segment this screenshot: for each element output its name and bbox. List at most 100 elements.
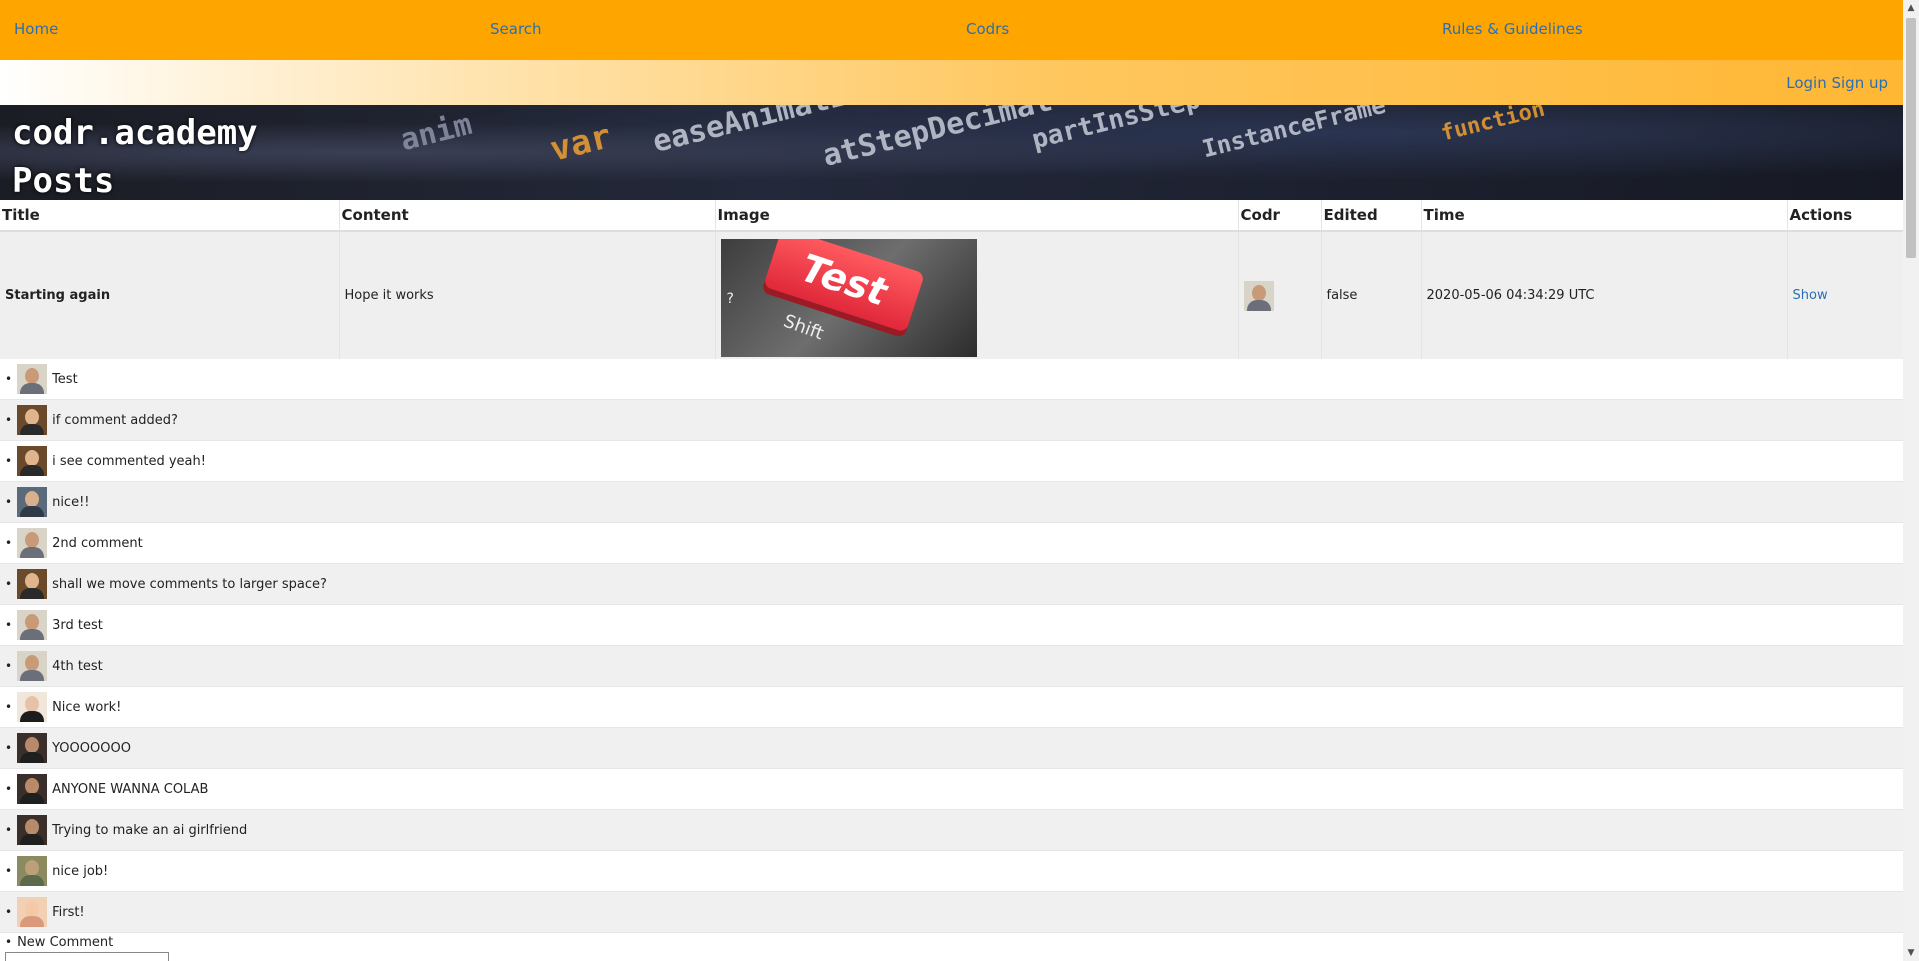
banner-decoration: function [1438, 105, 1548, 147]
banner-decoration: partInsStep [1028, 105, 1204, 156]
scroll-up-arrow-icon[interactable]: ▲ [1903, 0, 1919, 16]
comment-item: • 4th test [0, 646, 1903, 687]
avatar-dark-hair[interactable] [17, 692, 48, 722]
nav-rules-link[interactable]: Rules & Guidelines [1442, 20, 1583, 38]
post-image: Test Shift ? [720, 238, 977, 357]
bullet: • [5, 618, 13, 632]
vertical-scrollbar[interactable]: ▲ ▼ [1903, 0, 1919, 961]
page: Home Search Codrs Rules & Guidelines Log… [0, 0, 1903, 961]
comment-text: 4th test [52, 658, 103, 674]
banner-decoration: InstanceFrame [1199, 105, 1389, 164]
comment-text: Test [52, 371, 78, 387]
column-header-time: Time [1421, 200, 1788, 232]
auth-bar: Login Sign up [0, 60, 1903, 105]
bullet: • [5, 413, 13, 427]
signup-link[interactable]: Sign up [1831, 74, 1888, 92]
comment-text: First! [52, 904, 85, 920]
avatar-older-man[interactable] [1243, 280, 1274, 311]
comment-item: • i see commented yeah! [0, 441, 1903, 482]
column-header-actions: Actions [1787, 200, 1903, 232]
comment-item: • if comment added? [0, 400, 1903, 441]
post-edited: false [1321, 231, 1422, 359]
comment-item: • Test [0, 359, 1903, 400]
comment-item: • Nice work! [0, 687, 1903, 728]
post-time: 2020-05-06 04:34:29 UTC [1421, 231, 1788, 359]
avatar-bald-man[interactable] [17, 815, 48, 845]
column-header-edited: Edited [1321, 200, 1422, 232]
comment-text: 3rd test [52, 617, 103, 633]
post-actions-cell: Show [1787, 231, 1903, 359]
nav-search-link[interactable]: Search [490, 20, 542, 38]
post-content: Hope it works [339, 231, 716, 359]
nav-codrs-link[interactable]: Codrs [966, 20, 1009, 38]
site-name: codr.academy [12, 113, 258, 153]
post-image-cell: Test Shift ? [715, 231, 1239, 359]
avatar-woman[interactable] [17, 569, 48, 599]
avatar-older-man[interactable] [17, 610, 48, 640]
avatar-woman[interactable] [17, 446, 48, 476]
scroll-down-arrow-icon[interactable]: ▼ [1903, 945, 1919, 961]
comment-item: • YOOOOOOO [0, 728, 1903, 769]
bullet: • [5, 905, 13, 919]
comment-text: i see commented yeah! [52, 453, 206, 469]
column-header-image: Image [715, 200, 1239, 232]
comment-item: • First! [0, 892, 1903, 933]
comment-text: shall we move comments to larger space? [52, 576, 327, 592]
bullet: • [5, 864, 13, 878]
comment-item: • Trying to make an ai girlfriend [0, 810, 1903, 851]
avatar-older-man[interactable] [17, 651, 48, 681]
avatar-young-man[interactable] [17, 487, 48, 517]
new-comment-section: • New Comment [0, 933, 1903, 961]
bullet: • [5, 536, 13, 550]
banner-decoration: anim [396, 106, 476, 159]
comment-item: • nice!! [0, 482, 1903, 523]
comment-text: if comment added? [52, 412, 178, 428]
comment-item: • ANYONE WANNA COLAB [0, 769, 1903, 810]
avatar-outdoor[interactable] [17, 856, 48, 886]
comment-item: • 2nd comment [0, 523, 1903, 564]
column-header-content: Content [339, 200, 716, 232]
post-codr-cell [1238, 231, 1322, 359]
scrollbar-thumb[interactable] [1906, 18, 1916, 258]
comment-text: Trying to make an ai girlfriend [52, 822, 248, 838]
header-banner: anim var easeAnimation atStepDecimal par… [0, 105, 1903, 200]
bullet: • [5, 495, 13, 509]
post-image-shift-label: Shift [780, 310, 826, 344]
bullet: • [5, 741, 13, 755]
bullet: • [5, 372, 13, 386]
nav-home-link[interactable]: Home [14, 20, 58, 38]
comment-item: • nice job! [0, 851, 1903, 892]
avatar-bald-man[interactable] [17, 733, 48, 763]
new-comment-input[interactable] [5, 952, 169, 961]
comment-text: nice!! [52, 494, 90, 510]
comments-list: • Test • if comment added? • i see commented … [0, 359, 1903, 933]
avatar-baby[interactable] [17, 897, 48, 927]
top-nav: Home Search Codrs Rules & Guidelines [0, 0, 1903, 60]
bullet: • [5, 782, 13, 796]
comment-text: ANYONE WANNA COLAB [52, 781, 209, 797]
new-comment-label: • New Comment [5, 935, 114, 950]
avatar-woman[interactable] [17, 405, 48, 435]
avatar-older-man[interactable] [17, 364, 48, 394]
column-header-title: Title [0, 200, 340, 232]
comment-item: • shall we move comments to larger space? [0, 564, 1903, 605]
show-post-link[interactable]: Show [1793, 288, 1828, 303]
comment-item: • 3rd test [0, 605, 1903, 646]
page-title: Posts [12, 161, 115, 200]
post-image-key-symbol: ? [726, 290, 734, 307]
table-row: Starting again Hope it works Test Shift … [0, 231, 1903, 359]
login-link[interactable]: Login [1786, 74, 1826, 92]
comment-text: nice job! [52, 863, 109, 879]
avatar-bald-man[interactable] [17, 774, 48, 804]
table-header-row: Title Content Image Codr Edited Time Act… [0, 200, 1903, 232]
bullet: • [5, 659, 13, 673]
comment-text: 2nd comment [52, 535, 143, 551]
bullet: • [5, 454, 13, 468]
avatar-older-man[interactable] [17, 528, 48, 558]
auth-links: Login Sign up [1786, 74, 1888, 92]
bullet: • [5, 823, 13, 837]
comment-text: Nice work! [52, 699, 122, 715]
bullet: • [5, 577, 13, 591]
banner-title: codr.academy Posts [12, 109, 258, 200]
comment-text: YOOOOOOO [52, 740, 131, 756]
